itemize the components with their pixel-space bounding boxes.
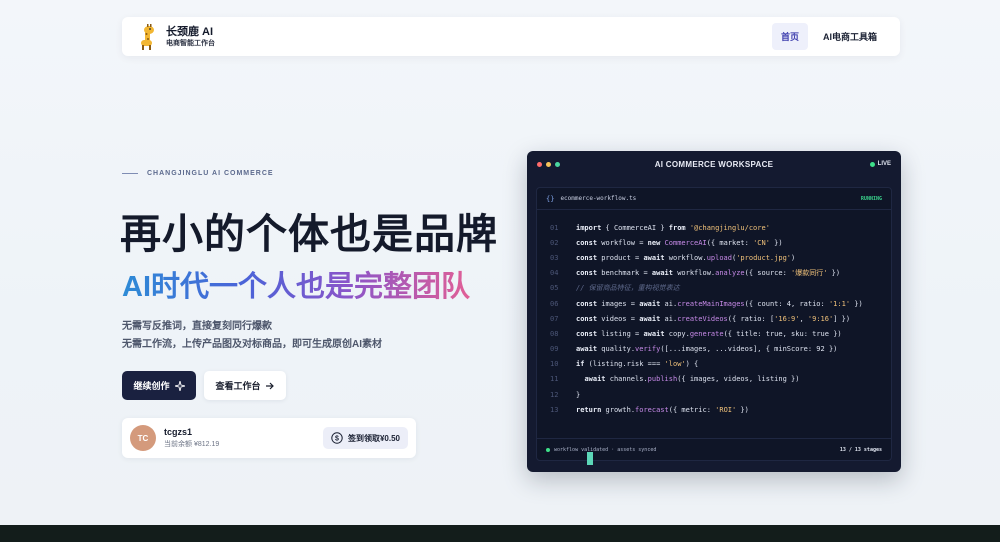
code-text: // 保留商品特征，重构视觉表达: [576, 284, 680, 293]
hero-description: 无需写反推词，直接复刻同行爆款 无需工作流，上传产品图及对标商品，即可生成原创A…: [122, 318, 382, 354]
workspace-panel: AI COMMERCE WORKSPACE LIVE {} ecommerce-…: [527, 151, 901, 472]
code-lines: 01 import { CommerceAI } from '@changjing…: [550, 220, 863, 417]
code-line: 08 const listing = await copy.generate({ …: [550, 326, 863, 341]
brand[interactable]: 长颈鹿 AI 电商智能工作台: [136, 23, 215, 50]
line-number: 13: [550, 405, 559, 414]
user-card: TC tcgzs1 当前余额 ¥812.19 $ 签到领取¥0.50: [122, 418, 416, 458]
footer-status: workflow validated · assets synced: [554, 446, 657, 453]
stages-count: 13 / 13 stages: [839, 446, 882, 453]
run-status: RUNNING: [860, 195, 882, 202]
line-number: 02: [550, 238, 559, 247]
arrow-right-icon: [265, 382, 274, 389]
code-text: const workflow = new CommerceAI({ market…: [576, 238, 783, 247]
line-number: 04: [550, 269, 559, 278]
line-number: 10: [550, 360, 559, 369]
workspace-title: AI COMMERCE WORKSPACE: [654, 159, 774, 169]
code-text: }: [576, 390, 581, 399]
code-text: await quality.verify([...images, ...vide…: [576, 345, 838, 354]
code-line: 04 const benchmark = await workflow.analy…: [550, 266, 863, 281]
line-number: 07: [550, 314, 559, 323]
line-number: 09: [550, 345, 559, 354]
code-text: if (listing.risk === 'low') {: [576, 360, 699, 369]
code-text: const product = await workflow.upload('p…: [576, 253, 796, 262]
code-line: 02 const workflow = new CommerceAI({ mark…: [550, 235, 863, 250]
continue-create-label: 继续创作: [133, 381, 170, 391]
coin-icon: $: [331, 432, 343, 444]
user-balance: 当前余额 ¥812.19: [164, 441, 220, 448]
brand-name: 长颈鹿 AI: [166, 25, 214, 38]
user-name: tcgzs1: [164, 427, 193, 437]
code-line: 12}: [550, 387, 863, 402]
line-number: 08: [550, 329, 559, 338]
avatar[interactable]: TC: [130, 425, 156, 451]
line-number: 03: [550, 253, 559, 262]
checkin-label: 签到领取¥0.50: [347, 433, 400, 443]
code-text: await channels.publish({ images, videos,…: [584, 375, 800, 384]
line-number: 06: [550, 299, 559, 308]
line-number: 11: [550, 375, 559, 384]
code-line: 06 const images = await ai.createMainImag…: [550, 296, 863, 311]
code-text: const listing = await copy.generate({ ti…: [576, 329, 842, 338]
code-line: 11 await channels.publish({ images, vide…: [550, 372, 863, 387]
validated-dot-icon: [546, 447, 550, 452]
hero-eyebrow: CHANGJINGLU AI COMMERCE: [122, 170, 274, 177]
giraffe-icon: [141, 23, 154, 50]
view-workspace-button[interactable]: 查看工作台: [204, 371, 286, 400]
line-number: 12: [550, 390, 559, 399]
main-nav: 首页 AI电商工具箱: [771, 23, 886, 50]
desc-line-2: 无需工作流，上传产品图及对标商品，即可生成原创AI素材: [122, 339, 382, 350]
code-line: 07 const videos = await ai.createVideos({…: [550, 311, 863, 326]
code-editor: {} ecommerce-workflow.ts RUNNING 01 impor…: [536, 187, 892, 465]
hero-title: 再小的个体也是品牌: [120, 211, 498, 257]
line-number: 05: [550, 284, 559, 293]
svg-text:$: $: [335, 436, 339, 443]
code-text: const images = await ai.createMainImages…: [576, 299, 863, 308]
code-text: return growth.forecast({ metric: 'ROI' }…: [576, 405, 749, 414]
editor-footer: workflow validated · assets synced 13 / …: [537, 438, 891, 460]
view-workspace-label: 查看工作台: [215, 381, 261, 391]
bottom-band: [0, 525, 1000, 542]
nav-toolbox[interactable]: AI电商工具箱: [814, 23, 886, 50]
code-line: 09 await quality.verify([...images, ...vi…: [550, 342, 863, 357]
code-text: import { CommerceAI } from '@changjinglu…: [576, 223, 770, 232]
eyebrow-text: CHANGJINGLU AI COMMERCE: [147, 170, 274, 177]
braces-icon: {}: [546, 194, 555, 203]
user-info: tcgzs1 当前余额 ¥812.19: [164, 427, 219, 449]
hero-subtitle: AI时代一个人也是完整团队: [122, 263, 470, 305]
code-line: 10 if (listing.risk === 'low') {: [550, 357, 863, 372]
brand-subtitle: 电商智能工作台: [166, 39, 215, 47]
editor-header: {} ecommerce-workflow.ts RUNNING: [537, 188, 891, 210]
top-navbar: 长颈鹿 AI 电商智能工作台 首页 AI电商工具箱: [122, 17, 900, 56]
code-line: 13 return growth.forecast({ metric: 'ROI'…: [550, 402, 863, 417]
line-number: 01: [550, 223, 559, 232]
code-line: 01 import { CommerceAI } from '@changjing…: [550, 220, 863, 235]
continue-create-button[interactable]: 继续创作: [122, 371, 196, 400]
desc-line-1: 无需写反推词，直接复刻同行爆款: [122, 321, 272, 332]
checkin-button[interactable]: $ 签到领取¥0.50: [322, 427, 408, 449]
code-line: 03 const product = await workflow.upload(…: [550, 250, 863, 265]
code-line: 05 // 保留商品特征，重构视觉表达: [550, 281, 863, 296]
file-name[interactable]: ecommerce-workflow.ts: [560, 195, 636, 202]
nav-home[interactable]: 首页: [771, 23, 808, 50]
workspace-header: AI COMMERCE WORKSPACE LIVE: [527, 151, 901, 177]
code-text: const benchmark = await workflow.analyze…: [576, 269, 841, 278]
eyebrow-line: [122, 173, 138, 174]
sparkle-icon: [174, 380, 185, 391]
code-text: const videos = await ai.createVideos({ r…: [576, 314, 851, 323]
